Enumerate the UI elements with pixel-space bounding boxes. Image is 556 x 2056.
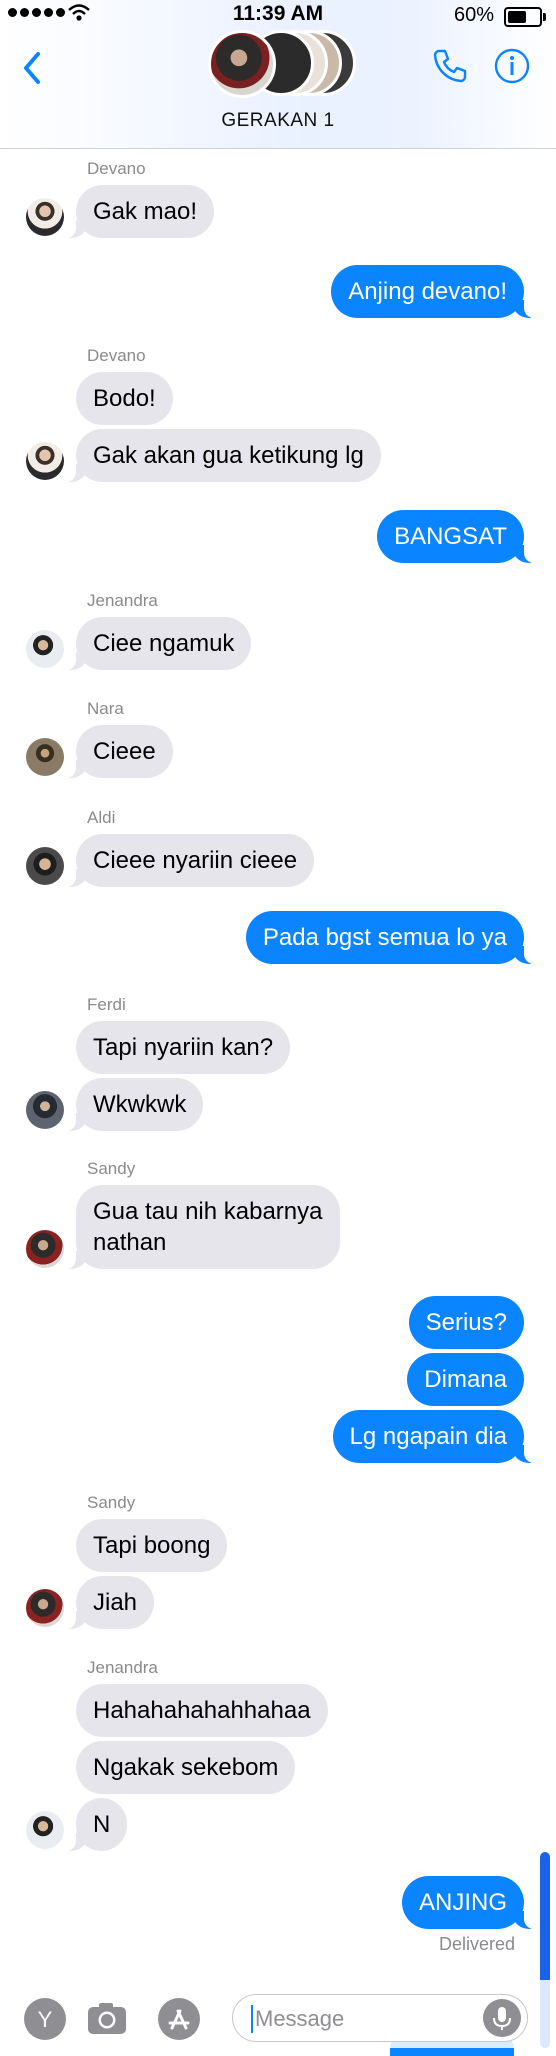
message-input[interactable] [255,2005,475,2033]
svg-text:Y: Y [38,2007,53,2032]
incoming-message[interactable]: Ngakak sekebom [76,1741,296,1794]
incoming-message[interactable]: Gua tau nih kabarnya nathan [66,1185,340,1269]
avatar[interactable] [26,738,64,776]
sender-name: Sandy [87,1493,136,1512]
avatar[interactable] [26,198,64,236]
incoming-message[interactable]: Gak mao! [65,185,215,238]
chevron-left-icon[interactable] [18,48,48,88]
microphone-icon[interactable] [483,1999,521,2037]
message-line: Gua tau nih kabarnya [93,1198,323,1225]
sender-name: Devano [87,159,146,178]
camera-icon[interactable] [86,1998,128,2040]
incoming-message[interactable]: Cieee [66,725,173,778]
compose-bar: Y [0,1980,556,2048]
incoming-message[interactable]: Bodo! [76,372,173,425]
group-avatar-stack[interactable] [208,30,358,98]
incoming-message[interactable]: Ciee ngamuk [65,617,252,670]
info-icon[interactable] [494,48,530,84]
outgoing-message[interactable]: Dimana [407,1353,524,1406]
incoming-message[interactable]: N [65,1798,128,1851]
sender-name: Aldi [87,808,116,827]
incoming-message[interactable]: Wkwkwk [65,1078,204,1131]
sender-name: Sandy [87,1159,136,1178]
outgoing-message[interactable]: Pada bgst semua lo ya [245,911,535,964]
sender-name: Ferdi [87,995,126,1014]
avatar [208,30,276,98]
outgoing-message[interactable]: Serius? [408,1296,524,1349]
incoming-message[interactable]: Cieee nyariin cieee [65,834,315,887]
app-store-icon[interactable] [158,1998,200,2040]
outgoing-message[interactable]: Lg ngapain dia [332,1410,535,1463]
avatar[interactable] [26,1230,64,1268]
avatar[interactable] [26,1589,64,1627]
incoming-message[interactable]: Tapi nyariin kan? [76,1021,291,1074]
avatar[interactable] [26,630,64,668]
sender-name: Nara [87,699,124,718]
message-line: nathan [93,1229,167,1256]
outgoing-message[interactable]: BANGSAT [377,510,534,563]
outgoing-message[interactable]: Anjing devano! [331,265,534,318]
battery-icon [504,7,546,27]
y-app-icon[interactable]: Y [24,1998,66,2040]
incoming-message[interactable]: Gak akan gua ketikung lg [66,429,381,482]
avatar[interactable] [26,847,64,885]
status-bar: 11:39 AM 60% [0,0,556,32]
sender-name: Jenandra [87,591,158,610]
outgoing-message[interactable]: ANJING [401,1876,535,1929]
avatar[interactable] [26,1091,64,1129]
sender-name: Devano [87,346,146,365]
text-caret [251,2005,253,2033]
incoming-message[interactable]: Hahahahahahhahaa [76,1684,328,1737]
group-name[interactable]: GERAKAN 1 [0,110,556,132]
avatar[interactable] [26,442,64,480]
avatar[interactable] [26,1811,64,1849]
message-field[interactable] [232,1994,528,2042]
battery-percentage: 60% [453,4,494,26]
incoming-message[interactable]: Jiah [65,1576,155,1629]
phone-icon[interactable] [430,46,470,86]
incoming-message[interactable]: Tapi boong [76,1519,228,1572]
sender-name: Jenandra [87,1658,158,1677]
delivery-status: Delivered [438,1934,515,1954]
